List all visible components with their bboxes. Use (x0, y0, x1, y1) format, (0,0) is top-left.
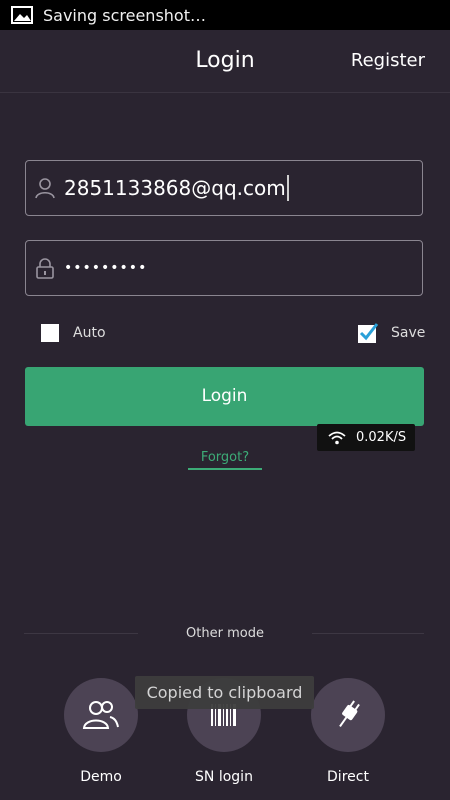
image-icon (11, 6, 33, 24)
wifi-icon (328, 431, 346, 444)
save-label: Save (391, 325, 426, 341)
password-value: ••••••••• (64, 260, 148, 276)
lock-icon (36, 258, 54, 279)
demo-mode-label: Demo (80, 769, 122, 785)
auto-label: Auto (73, 325, 106, 341)
save-checkbox[interactable] (357, 322, 379, 343)
checkmark-icon (358, 323, 379, 343)
divider-left (24, 633, 138, 634)
status-notification-text: Saving screenshot… (43, 5, 206, 25)
other-mode-title: Other mode (186, 626, 264, 641)
network-speed-badge: 0.02K/S (317, 424, 415, 451)
status-bar: Saving screenshot… (0, 0, 450, 30)
network-speed-value: 0.02K/S (356, 430, 407, 445)
forgot-password-link[interactable]: Forgot? (188, 450, 262, 470)
plug-icon (339, 700, 360, 728)
username-value: 2851133868@qq.com (64, 176, 286, 200)
toast-message: Copied to clipboard (135, 676, 314, 709)
password-field[interactable]: ••••••••• (25, 240, 423, 296)
direct-mode-button[interactable] (311, 678, 385, 752)
divider-right (312, 633, 424, 634)
user-icon (35, 178, 55, 199)
demo-mode-button[interactable] (64, 678, 138, 752)
login-button[interactable]: Login (25, 367, 424, 426)
header: Login Register (0, 30, 450, 93)
direct-mode-label: Direct (327, 769, 369, 785)
auto-checkbox[interactable] (41, 324, 59, 342)
users-icon (82, 701, 119, 729)
text-cursor (286, 175, 289, 201)
sn-login-label: SN login (195, 769, 253, 785)
username-field[interactable]: 2851133868@qq.com (25, 160, 423, 216)
register-link[interactable]: Register (351, 50, 425, 71)
